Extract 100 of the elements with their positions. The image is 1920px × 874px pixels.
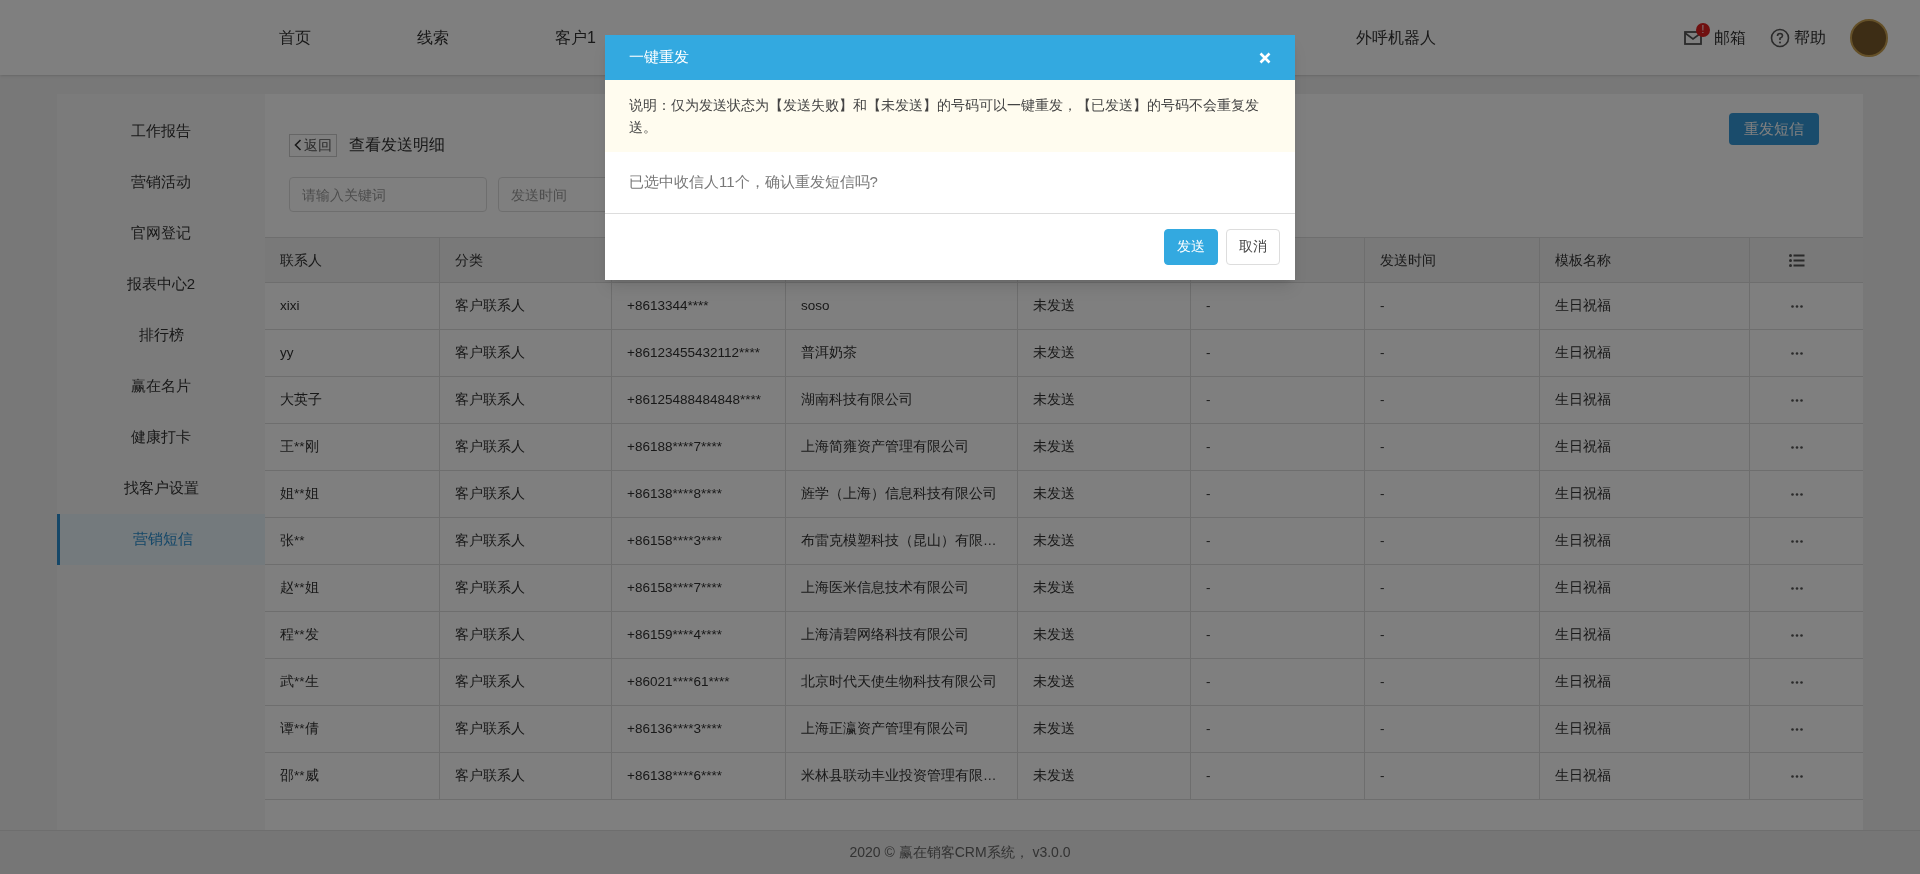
close-icon[interactable] (1259, 51, 1271, 64)
table-cell: - (1365, 612, 1540, 658)
table-cell: - (1191, 565, 1365, 611)
nav-link[interactable]: 首页 (279, 25, 311, 50)
table-cell: 普洱奶茶 (786, 330, 1018, 376)
table-cell: - (1365, 471, 1540, 517)
table-cell: 未发送 (1018, 518, 1191, 564)
avatar[interactable] (1850, 18, 1888, 57)
table-cell: 未发送 (1018, 565, 1191, 611)
table-cell: 客户联系人 (440, 471, 612, 517)
table-cell: 生日祝福 (1540, 283, 1750, 329)
dialog-title: 一键重发 (629, 47, 689, 68)
table-cell: 生日祝福 (1540, 753, 1750, 799)
table-cell: - (1191, 706, 1365, 752)
table-cell: 客户联系人 (440, 753, 612, 799)
table-cell: 未发送 (1018, 424, 1191, 470)
table-cell: - (1191, 518, 1365, 564)
table-cell: 客户联系人 (440, 612, 612, 658)
table-cell: 上海医米信息技术有限公司 (786, 565, 1018, 611)
table-cell: +86158****3**** (612, 518, 786, 564)
nav-link[interactable]: 客户1 (555, 25, 596, 50)
table-cell: - (1191, 612, 1365, 658)
table-cell: +86125488484848**** (612, 377, 786, 423)
table-cell: 未发送 (1018, 612, 1191, 658)
page-title: 查看发送明细 (349, 135, 445, 155)
table-cell: - (1191, 659, 1365, 705)
table-cell: +86136****3**** (612, 706, 786, 752)
table-cell: soso (786, 283, 1018, 329)
table-cell: 生日祝福 (1540, 706, 1750, 752)
table-cell: - (1191, 330, 1365, 376)
more-icon[interactable] (1790, 727, 1803, 731)
table-cell: +86123455432112**** (612, 330, 786, 376)
sidebar-item[interactable]: 赢在名片 (57, 361, 265, 412)
table-cell: 生日祝福 (1540, 565, 1750, 611)
table-cell: 生日祝福 (1540, 424, 1750, 470)
table-cell: 旌学（上海）信息科技有限公司 (786, 471, 1018, 517)
sidebar-item[interactable]: 健康打卡 (57, 412, 265, 463)
column-settings-icon[interactable] (1788, 253, 1805, 267)
nav-link[interactable]: 外呼机器人 (1355, 25, 1436, 50)
table-cell: 上海正瀛资产管理有限公司 (786, 706, 1018, 752)
table-cell: - (1191, 471, 1365, 517)
table-cell: 上海清碧网络科技有限公司 (786, 612, 1018, 658)
more-icon[interactable] (1790, 774, 1803, 778)
table-cell: - (1191, 377, 1365, 423)
table-cell: 客户联系人 (440, 565, 612, 611)
table-cell: 上海简雍资产管理有限公司 (786, 424, 1018, 470)
table-cell: 布雷克模塑科技（昆山）有限… (786, 518, 1018, 564)
confirm-message: 已选中收信人11个，确认重发短信吗? (605, 152, 1295, 214)
table-cell: 大英子 (265, 377, 440, 423)
cancel-button[interactable]: 取消 (1226, 228, 1280, 265)
column-header: 模板名称 (1540, 238, 1750, 282)
notification-badge: ! (1696, 22, 1710, 37)
mail-icon[interactable] (1684, 28, 1704, 47)
table-cell: 北京时代天使生物科技有限公司 (786, 659, 1018, 705)
sidebar-item[interactable]: 官网登记 (57, 208, 265, 259)
table-cell: +86138****8**** (612, 471, 786, 517)
table-cell: 客户联系人 (440, 659, 612, 705)
more-icon[interactable] (1790, 539, 1803, 543)
table-cell: 王**刚 (265, 424, 440, 470)
table-cell: 客户联系人 (440, 424, 612, 470)
more-icon[interactable] (1790, 586, 1803, 590)
table-cell: 未发送 (1018, 753, 1191, 799)
table-cell: +86158****7**** (612, 565, 786, 611)
more-icon[interactable] (1790, 351, 1803, 355)
resend-button[interactable]: 重发短信 (1729, 113, 1819, 145)
sidebar-item[interactable]: 找客户设置 (57, 463, 265, 514)
more-icon[interactable] (1790, 398, 1803, 402)
sidebar-item[interactable]: 营销短信 (57, 514, 265, 565)
help-icon[interactable] (1770, 27, 1790, 48)
table-cell: 邵**威 (265, 753, 440, 799)
table-cell: 生日祝福 (1540, 330, 1750, 376)
more-icon[interactable] (1790, 445, 1803, 449)
sidebar-item[interactable]: 工作报告 (57, 106, 265, 157)
send-button[interactable]: 发送 (1164, 228, 1218, 265)
sidebar-item[interactable]: 营销活动 (57, 157, 265, 208)
table-cell: xixi (265, 283, 440, 329)
back-button[interactable]: 返回 (289, 133, 337, 157)
more-icon[interactable] (1790, 304, 1803, 308)
table-cell: - (1191, 753, 1365, 799)
more-icon[interactable] (1790, 633, 1803, 637)
table-cell: 未发送 (1018, 283, 1191, 329)
table-cell: +8613344**** (612, 283, 786, 329)
table-cell: - (1365, 659, 1540, 705)
sidebar-item[interactable]: 报表中心2 (57, 259, 265, 310)
table-cell: +86021****61**** (612, 659, 786, 705)
table-cell: 生日祝福 (1540, 377, 1750, 423)
mail-link[interactable]: 邮箱 (1714, 25, 1746, 50)
table-cell: 生日祝福 (1540, 471, 1750, 517)
table-cell: 生日祝福 (1540, 612, 1750, 658)
sidebar-item[interactable]: 排行榜 (57, 310, 265, 361)
table-cell: +86188****7**** (612, 424, 786, 470)
table-cell: 米林县联动丰业投资管理有限… (786, 753, 1018, 799)
more-icon[interactable] (1790, 680, 1803, 684)
table-cell: - (1191, 424, 1365, 470)
copyright-text: 2020 © 赢在销客CRM系统， v3.0.0 (849, 843, 1071, 862)
help-link[interactable]: 帮助 (1794, 25, 1826, 50)
table-cell: yy (265, 330, 440, 376)
nav-link[interactable]: 线索 (417, 25, 449, 50)
more-icon[interactable] (1790, 492, 1803, 496)
table-cell: 未发送 (1018, 659, 1191, 705)
